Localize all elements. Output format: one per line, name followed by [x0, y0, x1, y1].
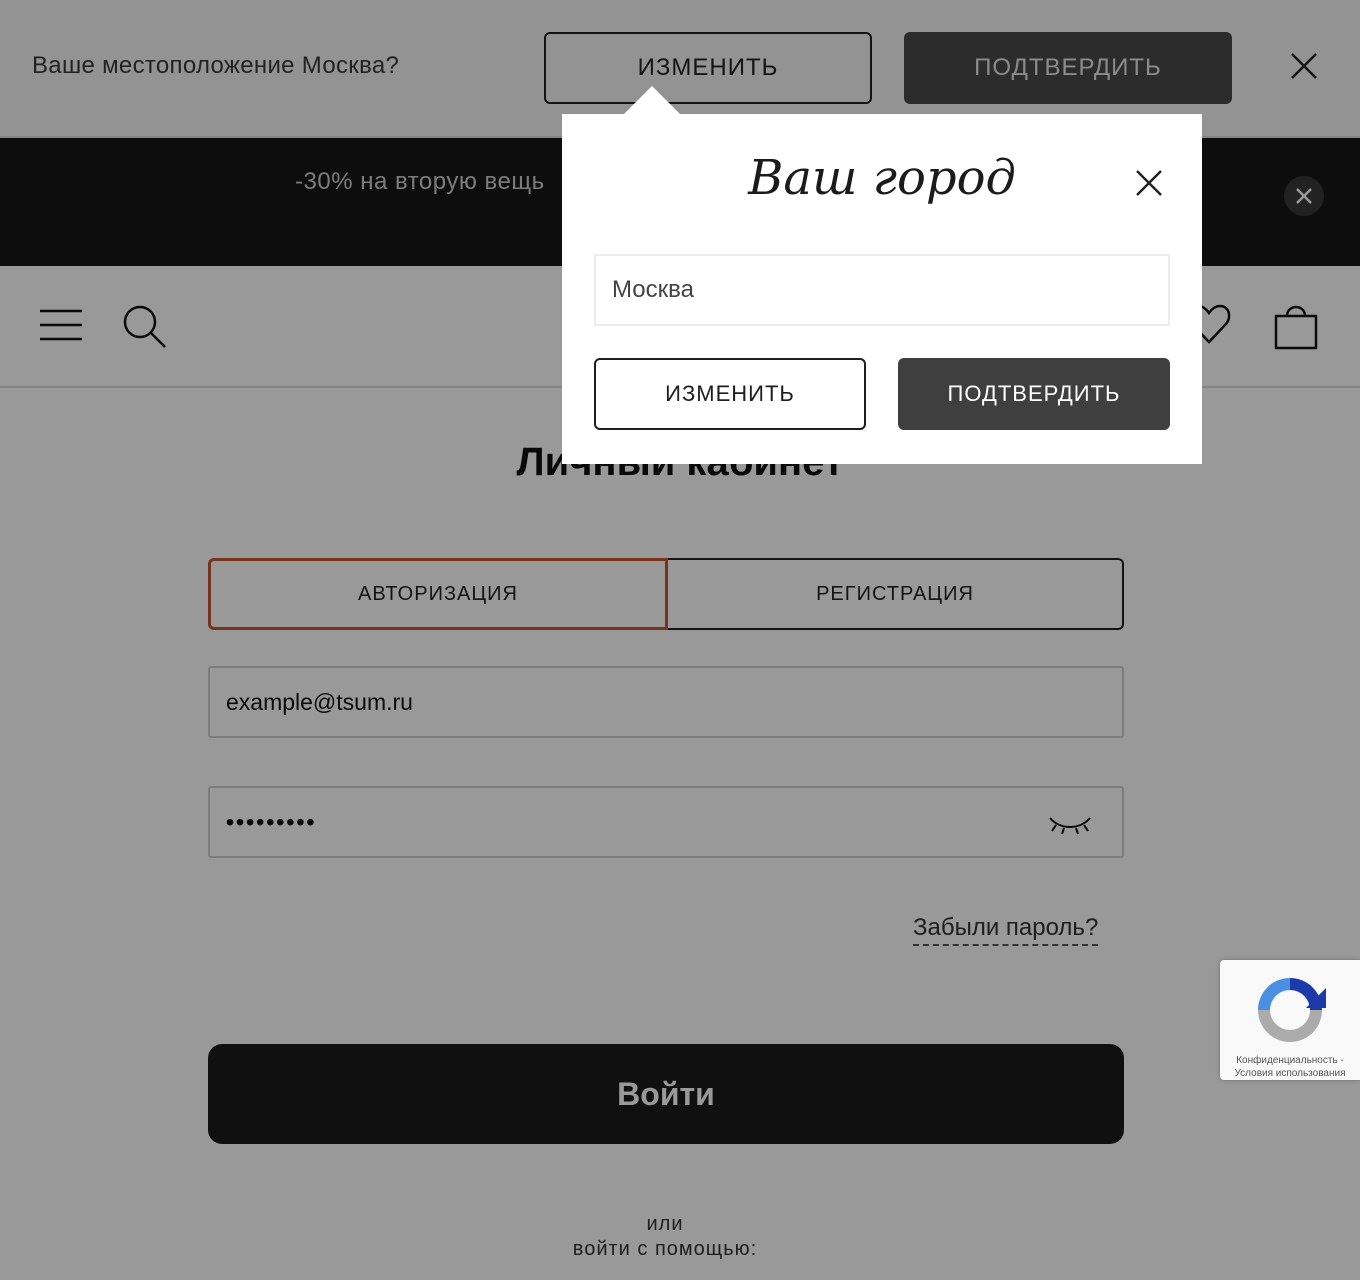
modal-pointer: [622, 86, 682, 116]
city-input[interactable]: Москва: [594, 254, 1170, 326]
recaptcha-privacy-link[interactable]: Конфиденциальность -: [1220, 1054, 1360, 1067]
modal-title: Ваш город: [748, 150, 1016, 206]
recaptcha-links: Конфиденциальность - Условия использован…: [1220, 1054, 1360, 1080]
city-modal: Ваш город Москва ИЗМЕНИТЬ ПОДТВЕРДИТЬ: [562, 114, 1202, 464]
recaptcha-icon: [1258, 978, 1326, 1042]
city-confirm-button[interactable]: ПОДТВЕРДИТЬ: [898, 358, 1170, 430]
recaptcha-terms-link[interactable]: Условия использования: [1220, 1067, 1360, 1080]
close-icon[interactable]: [1134, 168, 1164, 198]
recaptcha-badge[interactable]: Конфиденциальность - Условия использован…: [1220, 960, 1360, 1080]
city-change-button[interactable]: ИЗМЕНИТЬ: [594, 358, 866, 430]
